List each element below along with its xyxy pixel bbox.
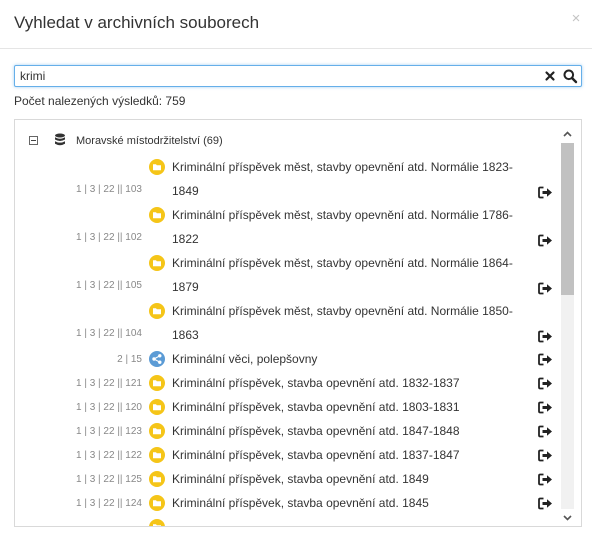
result-row[interactable]: 1 | 3 | 22 || 123 Kriminální příspěvek, s…	[15, 419, 563, 443]
reference-code: 1 | 3 | 22 || 105	[76, 280, 142, 291]
reference-code: 1 | 3 | 22 || 120	[76, 402, 142, 413]
result-title[interactable]: Kriminální příspěvek měst, stavby opevně…	[172, 299, 517, 347]
open-record-icon[interactable]	[538, 377, 553, 390]
result-row[interactable]: 1 | 3 | 22 || 120 Kriminální příspěvek, s…	[15, 395, 563, 419]
result-row[interactable]: 1 | 3 | 22 || 103 Kriminální příspěvek mě…	[15, 155, 563, 203]
folder-icon	[149, 471, 165, 487]
result-title[interactable]: Kriminální příspěvek, stavba opevnění at…	[172, 395, 517, 419]
result-row[interactable]: 2 | 15 Kriminální věci, polepšovny	[15, 347, 563, 371]
results-tree-panel: Moravské místodržitelství (69) 1 | 3 | 2…	[14, 119, 582, 527]
result-title[interactable]: Kriminální věci, polepšovny	[172, 347, 517, 371]
folder-icon	[149, 303, 165, 319]
dialog-title: Vyhledat v archivních souborech	[14, 13, 260, 32]
result-row[interactable]: 1 | 3 | 22 || 102 Kriminální příspěvek mě…	[15, 203, 563, 251]
result-row[interactable]: 1 | 3 | 22 || 104 Kriminální příspěvek mě…	[15, 299, 563, 347]
result-title[interactable]: Kriminální příspěvek měst, stavby opevně…	[172, 203, 517, 251]
result-title[interactable]: Kriminální příspěvek, stavba opevnění at…	[172, 419, 517, 443]
open-record-icon[interactable]	[538, 425, 553, 438]
open-record-icon[interactable]	[538, 330, 553, 343]
result-title[interactable]: Kriminální příspěvek, stavba opevnění at…	[172, 491, 517, 515]
result-count: Počet nalezených výsledků: 759	[14, 94, 186, 108]
scroll-thumb[interactable]	[561, 143, 574, 295]
result-row[interactable]	[15, 515, 563, 526]
open-record-icon[interactable]	[538, 473, 553, 486]
folder-icon	[149, 423, 165, 439]
reference-code: 1 | 3 | 22 || 104	[76, 328, 142, 339]
result-title[interactable]: Kriminální příspěvek, stavba opevnění at…	[172, 467, 517, 491]
reference-code: 1 | 3 | 22 || 102	[76, 232, 142, 243]
result-title[interactable]: Kriminální příspěvek, stavba opevnění at…	[172, 443, 517, 467]
search-input[interactable]	[15, 66, 540, 86]
reference-code: 1 | 3 | 22 || 124	[76, 498, 142, 509]
folder-icon	[149, 375, 165, 391]
scroll-up-arrow-icon[interactable]	[559, 128, 576, 140]
dialog-header: Vyhledat v archivních souborech ×	[0, 0, 592, 49]
scroll-down-arrow-icon[interactable]	[559, 512, 576, 524]
folder-icon	[149, 255, 165, 271]
reference-code: 1 | 3 | 22 || 103	[76, 184, 142, 195]
result-title[interactable]: Kriminální příspěvek měst, stavby opevně…	[172, 251, 517, 299]
folder-icon	[149, 495, 165, 511]
open-record-icon[interactable]	[538, 353, 553, 366]
result-row[interactable]: 1 | 3 | 22 || 125 Kriminální příspěvek, s…	[15, 467, 563, 491]
reference-code: 1 | 3 | 22 || 125	[76, 474, 142, 485]
result-title[interactable]: Kriminální příspěvek měst, stavby opevně…	[172, 155, 517, 203]
open-record-icon[interactable]	[538, 401, 553, 414]
folder-icon	[149, 399, 165, 415]
clear-x-icon[interactable]	[542, 68, 558, 84]
result-title[interactable]: Kriminální příspěvek, stavba opevnění at…	[172, 371, 517, 395]
open-record-icon[interactable]	[538, 234, 553, 247]
result-row[interactable]: 1 | 3 | 22 || 121 Kriminální příspěvek, s…	[15, 371, 563, 395]
result-row[interactable]: 1 | 3 | 22 || 105 Kriminální příspěvek mě…	[15, 251, 563, 299]
folder-icon	[149, 519, 165, 526]
folder-icon	[149, 159, 165, 175]
open-record-icon[interactable]	[538, 449, 553, 462]
scrollbar[interactable]	[559, 128, 576, 526]
result-row[interactable]: 1 | 3 | 22 || 122 Kriminální příspěvek, s…	[15, 443, 563, 467]
search-box	[14, 65, 582, 87]
result-row[interactable]: 1 | 3 | 22 || 124 Kriminální příspěvek, s…	[15, 491, 563, 515]
open-record-icon[interactable]	[538, 186, 553, 199]
folder-icon	[149, 447, 165, 463]
result-list: 1 | 3 | 22 || 103 Kriminální příspěvek mě…	[15, 120, 563, 526]
share-icon	[149, 351, 165, 367]
close-icon[interactable]: ×	[568, 11, 584, 27]
magnifier-icon[interactable]	[562, 68, 578, 84]
open-record-icon[interactable]	[538, 497, 553, 510]
reference-code: 1 | 3 | 22 || 121	[76, 378, 142, 389]
reference-code: 1 | 3 | 22 || 122	[76, 450, 142, 461]
reference-code: 1 | 3 | 22 || 123	[76, 426, 142, 437]
folder-icon	[149, 207, 165, 223]
open-record-icon[interactable]	[538, 282, 553, 295]
reference-code: 2 | 15	[117, 354, 142, 365]
